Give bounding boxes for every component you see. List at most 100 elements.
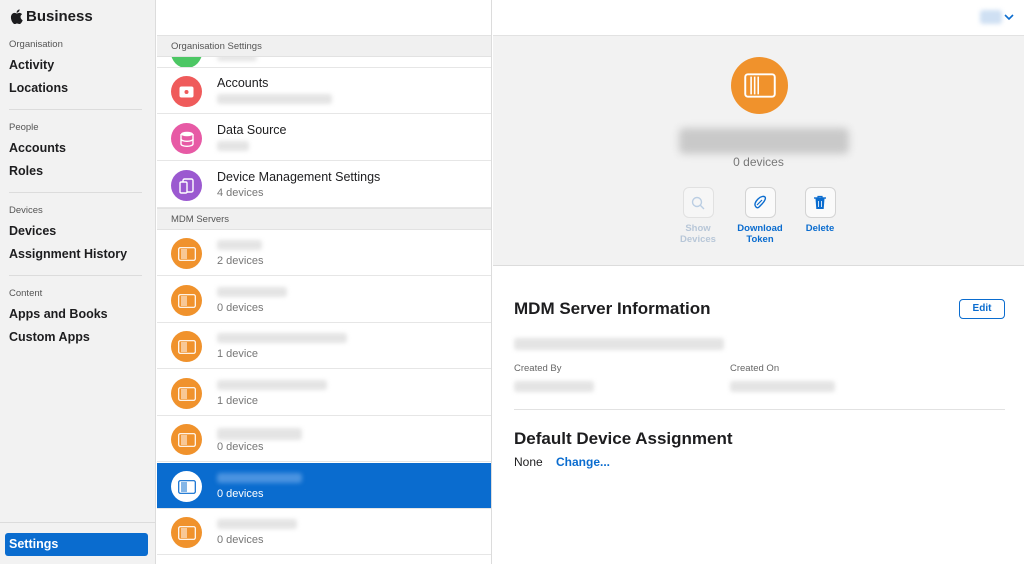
redacted-text [217,333,347,343]
list-item-mdm-server[interactable]: 0 devices [157,277,491,323]
list-item-mdm-server[interactable]: 2 devices [157,230,491,276]
sidebar-item-settings[interactable]: Settings [5,533,148,556]
avatar [980,10,1002,24]
apple-icon [171,76,202,107]
item-subtitle: 0 devices [217,534,264,546]
redacted-text [217,473,302,483]
redacted-text [730,381,835,392]
database-icon [171,123,202,154]
sidebar-item-devices[interactable]: Devices [9,220,142,243]
sidebar: Business Organisation Activity Locations… [0,0,156,564]
devices-icon [171,170,202,201]
server-icon [171,424,202,455]
item-icon [171,57,202,67]
redacted-text [217,380,327,390]
server-header: 0 devices Show Devices Download Token De… [493,35,1024,266]
redacted-text [217,141,249,151]
list-item-data-source[interactable]: Data Source [157,115,491,161]
redacted-text [217,519,297,529]
action-button [744,187,776,218]
edit-button[interactable]: Edit [959,299,1005,319]
divider [9,275,142,276]
section-label: Content [9,288,43,299]
apple-icon [10,9,23,24]
sidebar-item-activity[interactable]: Activity [9,54,142,77]
section-label: People [9,122,39,133]
sidebar-item-roles[interactable]: Roles [9,160,142,183]
divider [9,192,142,193]
item-subtitle: 1 device [217,395,258,407]
item-subtitle: 0 devices [217,302,264,314]
top-bar [493,0,1024,35]
trash-icon [814,195,826,209]
redacted-text [217,94,332,104]
server-icon [171,331,202,362]
server-icon [171,471,202,502]
list-item-mdm-server[interactable]: 1 device [157,370,491,416]
server-name-redacted [679,128,849,154]
token-icon [754,195,767,208]
section-title: MDM Server Information [514,299,711,318]
section-title: Default Device Assignment [514,429,733,448]
sidebar-section-content: Content Apps and Books Custom Apps [9,288,142,349]
brand-name: Business [26,8,93,25]
list-item-accounts[interactable]: Accounts [157,68,491,114]
list-item-mdm-server[interactable]: 0 devices [157,416,491,462]
item-subtitle: 1 device [217,348,258,360]
server-icon [171,285,202,316]
sidebar-item-locations[interactable]: Locations [9,77,142,100]
sidebar-section-organisation: Organisation Activity Locations [9,39,142,100]
sidebar-item-assignment-history[interactable]: Assignment History [9,243,142,266]
redacted-text [514,381,594,392]
sidebar-item-accounts[interactable]: Accounts [9,137,142,160]
created-by-label: Created By [514,363,562,374]
download-token-button[interactable]: Download Token [730,187,790,245]
redacted-text [217,428,302,440]
search-icon [691,196,705,209]
settings-list: Organisation Settings Accounts Data Sour… [157,0,492,564]
list-item-mdm-server[interactable]: 1 device [157,323,491,369]
server-icon [171,238,202,269]
section-header-mdm-servers: MDM Servers [157,208,491,230]
section-label: Organisation [9,39,63,50]
action-button [682,187,714,218]
server-icon [731,57,788,114]
server-icon [171,517,202,548]
sidebar-item-apps-and-books[interactable]: Apps and Books [9,303,142,326]
created-on-label: Created On [730,363,780,374]
list-item-mdm-server-selected[interactable]: 0 devices [157,463,491,509]
action-label: Delete [805,223,835,234]
assignment-value: None [514,455,543,469]
device-count: 0 devices [733,155,784,169]
divider [0,522,156,523]
server-icon [171,378,202,409]
item-title: Device Management Settings [217,170,381,184]
redacted-text [217,57,257,61]
sidebar-item-custom-apps[interactable]: Custom Apps [9,326,142,349]
item-subtitle: 4 devices [217,187,264,199]
section-header-organisation-settings: Organisation Settings [157,35,491,57]
divider [9,109,142,110]
sidebar-section-devices: Devices Devices Assignment History [9,205,142,266]
detail-pane: 0 devices Show Devices Download Token De… [493,0,1024,564]
brand-logo[interactable]: Business [10,8,93,25]
list-item-mdm-server[interactable]: 0 devices [157,509,491,555]
show-devices-button[interactable]: Show Devices [668,187,728,245]
sidebar-section-people: People Accounts Roles [9,122,142,183]
item-title: Accounts [217,76,269,90]
action-label: Download Token [737,223,783,245]
delete-button[interactable]: Delete [790,187,850,234]
item-subtitle: 2 devices [217,255,264,267]
section-label: Devices [9,205,43,216]
redacted-text [217,240,262,250]
list-item-partial[interactable] [157,57,491,68]
action-label: Show Devices [680,223,716,245]
action-button [804,187,836,218]
account-menu[interactable] [980,10,1014,24]
item-title: Data Source [217,123,287,137]
redacted-text [217,287,287,297]
item-subtitle: 0 devices [217,488,264,500]
change-assignment-link[interactable]: Change... [556,455,610,469]
list-item-device-management-settings[interactable]: Device Management Settings 4 devices [157,162,491,208]
chevron-down-icon [1004,14,1014,21]
